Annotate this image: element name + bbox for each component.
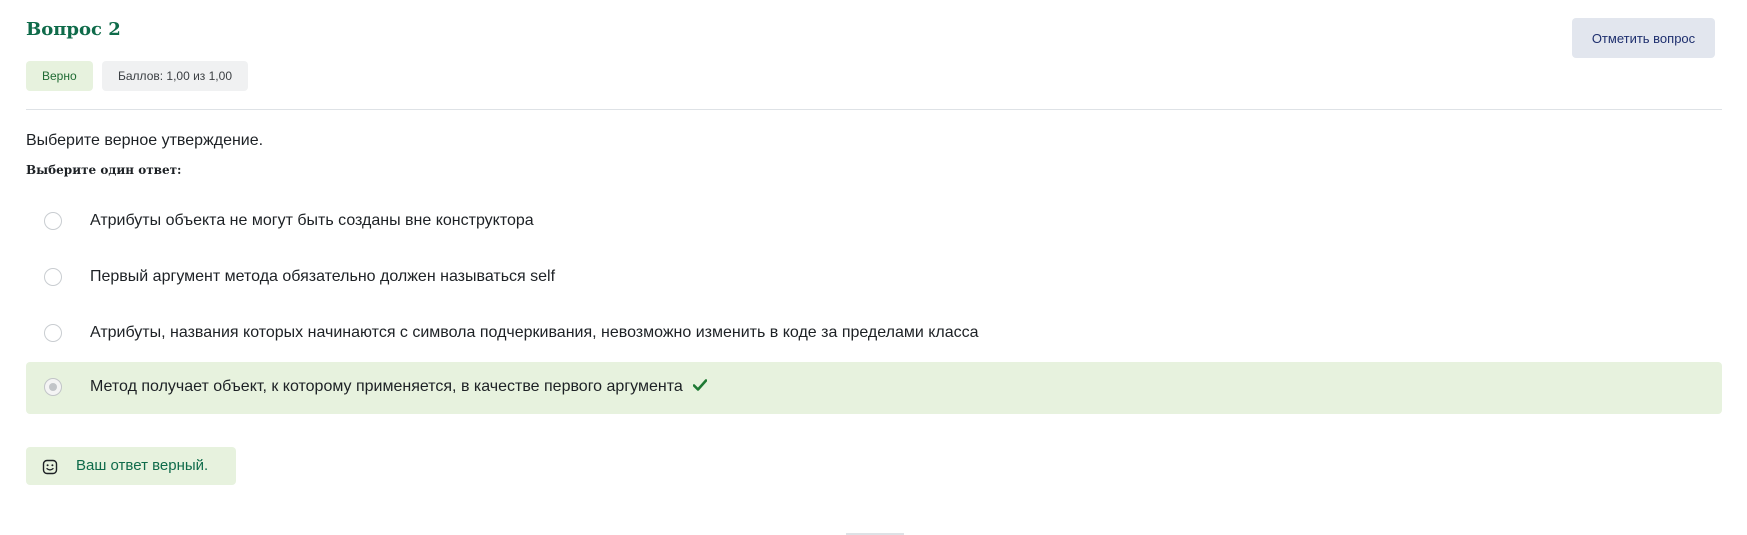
- radio-button[interactable]: [44, 268, 62, 286]
- feedback-box: Ваш ответ верный.: [26, 447, 236, 485]
- question-text: Выберите верное утверждение.: [26, 132, 264, 149]
- flag-question-button[interactable]: Отметить вопрос: [1572, 18, 1715, 58]
- answer-label: Атрибуты, названия которых начинаются с …: [90, 324, 979, 341]
- header-divider: [26, 109, 1722, 110]
- score-badge: Баллов: 1,00 из 1,00: [102, 61, 248, 91]
- answer-label: Первый аргумент метода обязательно долже…: [90, 268, 556, 285]
- answer-option-1[interactable]: Атрибуты объекта не могут быть созданы в…: [26, 196, 1722, 248]
- answer-label-wrapper: Метод получает объект, к которому примен…: [90, 377, 708, 397]
- question-title: Вопрос 2: [26, 19, 121, 40]
- check-icon: [693, 379, 708, 392]
- radio-button[interactable]: [44, 212, 62, 230]
- answer-option-3[interactable]: Атрибуты, названия которых начинаются с …: [26, 308, 1722, 360]
- answer-prompt: Выберите один ответ:: [26, 163, 182, 177]
- answer-label: Метод получает объект, к которому примен…: [90, 378, 683, 395]
- answer-option-2[interactable]: Первый аргумент метода обязательно долже…: [26, 252, 1722, 304]
- smile-icon: [42, 459, 58, 475]
- answer-option-4[interactable]: Метод получает объект, к которому примен…: [26, 362, 1722, 414]
- radio-button[interactable]: [44, 324, 62, 342]
- status-badge: Верно: [26, 61, 93, 91]
- answer-label: Атрибуты объекта не могут быть созданы в…: [90, 212, 534, 229]
- radio-button-selected[interactable]: [44, 378, 62, 396]
- feedback-text: Ваш ответ верный.: [76, 457, 209, 474]
